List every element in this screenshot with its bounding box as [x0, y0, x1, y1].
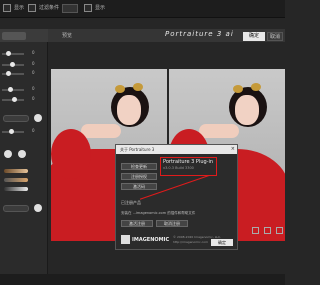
- split-view-icon[interactable]: [264, 227, 271, 234]
- single-view-icon[interactable]: [252, 227, 259, 234]
- slider-knob[interactable]: [6, 51, 11, 56]
- unregister-button[interactable]: 取消注册: [156, 220, 188, 227]
- enhance-toggle[interactable]: [3, 205, 29, 212]
- slider-value: 0: [32, 86, 35, 91]
- dialog-ok-button[interactable]: 确定: [211, 239, 233, 246]
- slider-value: 0: [32, 61, 35, 66]
- ok-button[interactable]: 确定: [243, 32, 265, 41]
- title-suffix: ai: [225, 30, 234, 38]
- highlight-box: [160, 157, 217, 176]
- check-update-button[interactable]: 检查更新: [121, 163, 157, 170]
- activation-button[interactable]: 激活码: [121, 183, 157, 190]
- slider-value: 0: [32, 70, 35, 75]
- sidebar-header: [0, 29, 48, 42]
- title-text: Portraiture 3: [165, 30, 223, 38]
- filter-checkbox[interactable]: [28, 4, 36, 12]
- slider-knob[interactable]: [8, 87, 13, 92]
- color-picker-button[interactable]: [4, 150, 12, 158]
- top-toolbar: 显示 过滤条件 显示: [0, 0, 285, 18]
- about-dialog: 关于 Portraiture 3 × 检查更新 注册授权 激活码 Portrai…: [115, 144, 238, 250]
- dialog-titlebar: 关于 Portraiture 3 ×: [116, 145, 237, 154]
- preview-label: 预览: [62, 33, 73, 39]
- preset-dropdown[interactable]: [2, 32, 26, 40]
- settings-sidebar: 0 0 0 0 0 0: [0, 29, 48, 274]
- filter-label: 过滤条件: [39, 5, 60, 11]
- show2-checkbox[interactable]: [84, 4, 92, 12]
- registered-label: 已注册产品: [121, 200, 141, 205]
- slider-knob[interactable]: [6, 71, 11, 76]
- activate-register-button[interactable]: 激活注册: [121, 220, 153, 227]
- eyedropper-button[interactable]: [18, 150, 26, 158]
- close-icon[interactable]: ×: [231, 146, 235, 152]
- register-button[interactable]: 注册授权: [121, 173, 157, 180]
- mask-toggle[interactable]: [3, 115, 29, 122]
- show2-label: 显示: [95, 5, 106, 11]
- slider-knob[interactable]: [10, 62, 15, 67]
- show-checkbox[interactable]: [3, 4, 11, 12]
- slider-knob[interactable]: [9, 129, 14, 134]
- page-title: Portraiture 3 ai: [165, 30, 234, 38]
- cancel-button[interactable]: 取消: [267, 32, 283, 41]
- mask-circle-button[interactable]: [34, 114, 42, 122]
- install-info: 安装在 ...imagenomic.com 的插件和帮助文件: [121, 211, 196, 215]
- website-link[interactable]: http://imagenomic.com: [173, 240, 208, 244]
- side-view-icon[interactable]: [276, 227, 283, 234]
- dialog-title: 关于 Portraiture 3: [120, 147, 155, 152]
- luminance-bar[interactable]: [4, 187, 28, 191]
- slider-knob[interactable]: [12, 97, 17, 102]
- show-label: 显示: [14, 5, 25, 11]
- status-bar: [0, 274, 285, 285]
- enhance-circle-button[interactable]: [34, 204, 42, 212]
- saturation-bar[interactable]: [4, 178, 28, 182]
- slider-value: 0: [32, 128, 35, 133]
- imagenomic-logo-icon: [121, 235, 130, 244]
- mode-select[interactable]: [62, 4, 78, 13]
- slider-value: 0: [32, 96, 35, 101]
- logo-text: IMAGENOMIC: [132, 237, 170, 243]
- hue-bar[interactable]: [4, 169, 28, 173]
- slider-value: 0: [32, 50, 35, 55]
- slider-track[interactable]: [2, 89, 24, 91]
